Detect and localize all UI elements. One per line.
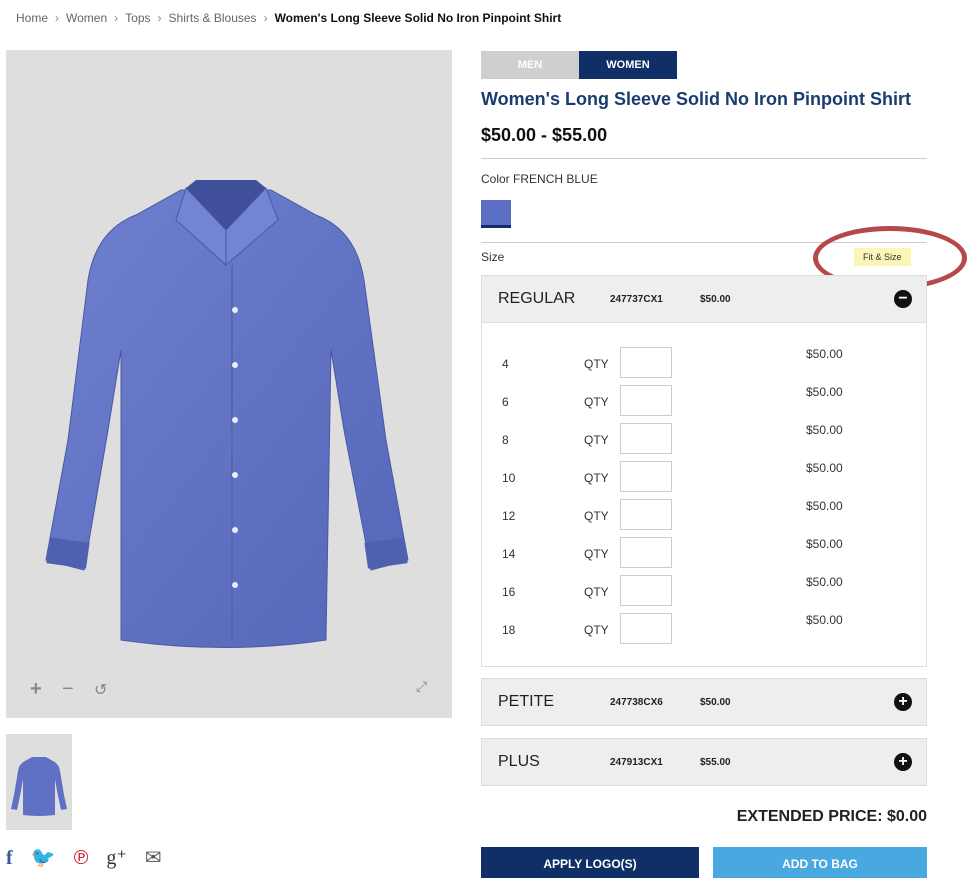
qty-input[interactable]	[620, 461, 672, 492]
size-value: 18	[502, 623, 516, 637]
twitter-icon[interactable]: 🐦	[31, 846, 56, 870]
pinterest-icon[interactable]: ℗	[74, 846, 89, 870]
breadcrumb-separator: ›	[263, 11, 268, 25]
breadcrumb-home[interactable]: Home	[16, 11, 48, 25]
apply-logo-button[interactable]: APPLY LOGO(S)	[481, 847, 699, 878]
qty-label: QTY	[584, 585, 609, 599]
size-price: $50.00	[806, 385, 843, 399]
breadcrumb-separator: ›	[157, 11, 162, 25]
email-icon[interactable]: ✉	[145, 846, 162, 870]
size-price: $50.00	[806, 423, 843, 437]
size-value: 12	[502, 509, 516, 523]
size-table-regular: 4 QTY $50.00 6 QTY $50.00 8 QTY $50.00 1…	[481, 323, 927, 667]
gender-tabs: MEN WOMEN	[481, 51, 677, 79]
size-group-name: PETITE	[498, 693, 555, 710]
color-label: Color	[481, 172, 510, 186]
tab-women[interactable]: WOMEN	[579, 51, 677, 79]
table-row: 16 QTY $50.00	[482, 575, 926, 609]
breadcrumb-tops[interactable]: Tops	[125, 11, 150, 25]
breadcrumb-current: Women's Long Sleeve Solid No Iron Pinpoi…	[274, 11, 562, 25]
table-row: 8 QTY $50.00	[482, 423, 926, 457]
size-group-code: 247738CX6	[610, 696, 663, 708]
qty-label: QTY	[584, 509, 609, 523]
size-price: $50.00	[806, 461, 843, 475]
size-label: Size	[481, 250, 505, 264]
size-group-price: $50.00	[700, 293, 731, 305]
qty-input[interactable]	[620, 537, 672, 568]
qty-input[interactable]	[620, 347, 672, 378]
qty-label: QTY	[584, 395, 609, 409]
size-value: 10	[502, 471, 516, 485]
rotate-icon[interactable]: ↺	[94, 680, 107, 700]
size-price: $50.00	[806, 347, 843, 361]
size-group-code: 247913CX1	[610, 756, 663, 768]
qty-input[interactable]	[620, 499, 672, 530]
size-group-price: $55.00	[700, 756, 731, 768]
qty-label: QTY	[584, 547, 609, 561]
qty-input[interactable]	[620, 613, 672, 644]
breadcrumb-shirts-blouses[interactable]: Shirts & Blouses	[169, 11, 257, 25]
size-group-name: PLUS	[498, 753, 540, 770]
add-to-bag-button[interactable]: ADD TO BAG	[713, 847, 927, 878]
divider	[481, 158, 927, 159]
color-value: FRENCH BLUE	[513, 172, 598, 186]
table-row: 6 QTY $50.00	[482, 385, 926, 419]
breadcrumb: Home › Women › Tops › Shirts & Blouses › Women's…	[16, 11, 561, 25]
size-group-price: $50.00	[700, 696, 731, 708]
table-row: 10 QTY $50.00	[482, 461, 926, 495]
size-value: 16	[502, 585, 516, 599]
size-group-petite[interactable]: PETITE 247738CX6 $50.00 +	[481, 678, 927, 726]
qty-input[interactable]	[620, 385, 672, 416]
zoom-out-icon[interactable]: −	[62, 678, 74, 701]
qty-label: QTY	[584, 433, 609, 447]
shirt-thumbnail-image	[11, 757, 67, 816]
size-value: 4	[502, 357, 509, 371]
qty-label: QTY	[584, 471, 609, 485]
size-group-name: REGULAR	[498, 290, 576, 307]
collapse-icon[interactable]: −	[894, 290, 912, 308]
qty-input[interactable]	[620, 575, 672, 606]
breadcrumb-separator: ›	[55, 11, 60, 25]
expand-icon[interactable]: +	[894, 753, 912, 771]
facebook-icon[interactable]: f	[6, 846, 13, 870]
table-row: 14 QTY $50.00	[482, 537, 926, 571]
qty-label: QTY	[584, 623, 609, 637]
google-plus-icon[interactable]: g⁺	[106, 846, 127, 870]
extended-price: EXTENDED PRICE: $0.00	[736, 808, 927, 825]
size-group-code: 247737CX1	[610, 293, 663, 305]
zoom-in-icon[interactable]: +	[30, 678, 42, 701]
product-main-image[interactable]: + − ↺ ⤢	[6, 50, 452, 718]
breadcrumb-women[interactable]: Women	[66, 11, 107, 25]
size-price: $50.00	[806, 537, 843, 551]
product-title: Women's Long Sleeve Solid No Iron Pinpoi…	[481, 89, 911, 109]
size-price: $50.00	[806, 499, 843, 513]
color-swatch-french-blue[interactable]	[481, 200, 511, 228]
size-group-regular[interactable]: REGULAR 247737CX1 $50.00 −	[481, 275, 927, 323]
size-price: $50.00	[806, 575, 843, 589]
expand-icon[interactable]: +	[894, 693, 912, 711]
qty-label: QTY	[584, 357, 609, 371]
tab-men[interactable]: MEN	[481, 51, 579, 79]
size-value: 14	[502, 547, 516, 561]
price-range: $50.00 - $55.00	[481, 125, 608, 145]
color-line: Color FRENCH BLUE	[481, 172, 598, 186]
table-row: 4 QTY $50.00	[482, 347, 926, 381]
social-share: f 🐦 ℗ g⁺ ✉	[6, 846, 162, 870]
table-row: 18 QTY $50.00	[482, 613, 926, 647]
size-value: 6	[502, 395, 509, 409]
shirt-image	[45, 180, 409, 648]
fullscreen-icon[interactable]: ⤢	[416, 678, 427, 695]
size-value: 8	[502, 433, 509, 447]
table-row: 12 QTY $50.00	[482, 499, 926, 533]
size-price: $50.00	[806, 613, 843, 627]
product-thumbnail[interactable]	[6, 734, 72, 830]
size-group-plus[interactable]: PLUS 247913CX1 $55.00 +	[481, 738, 927, 786]
breadcrumb-separator: ›	[114, 11, 119, 25]
qty-input[interactable]	[620, 423, 672, 454]
